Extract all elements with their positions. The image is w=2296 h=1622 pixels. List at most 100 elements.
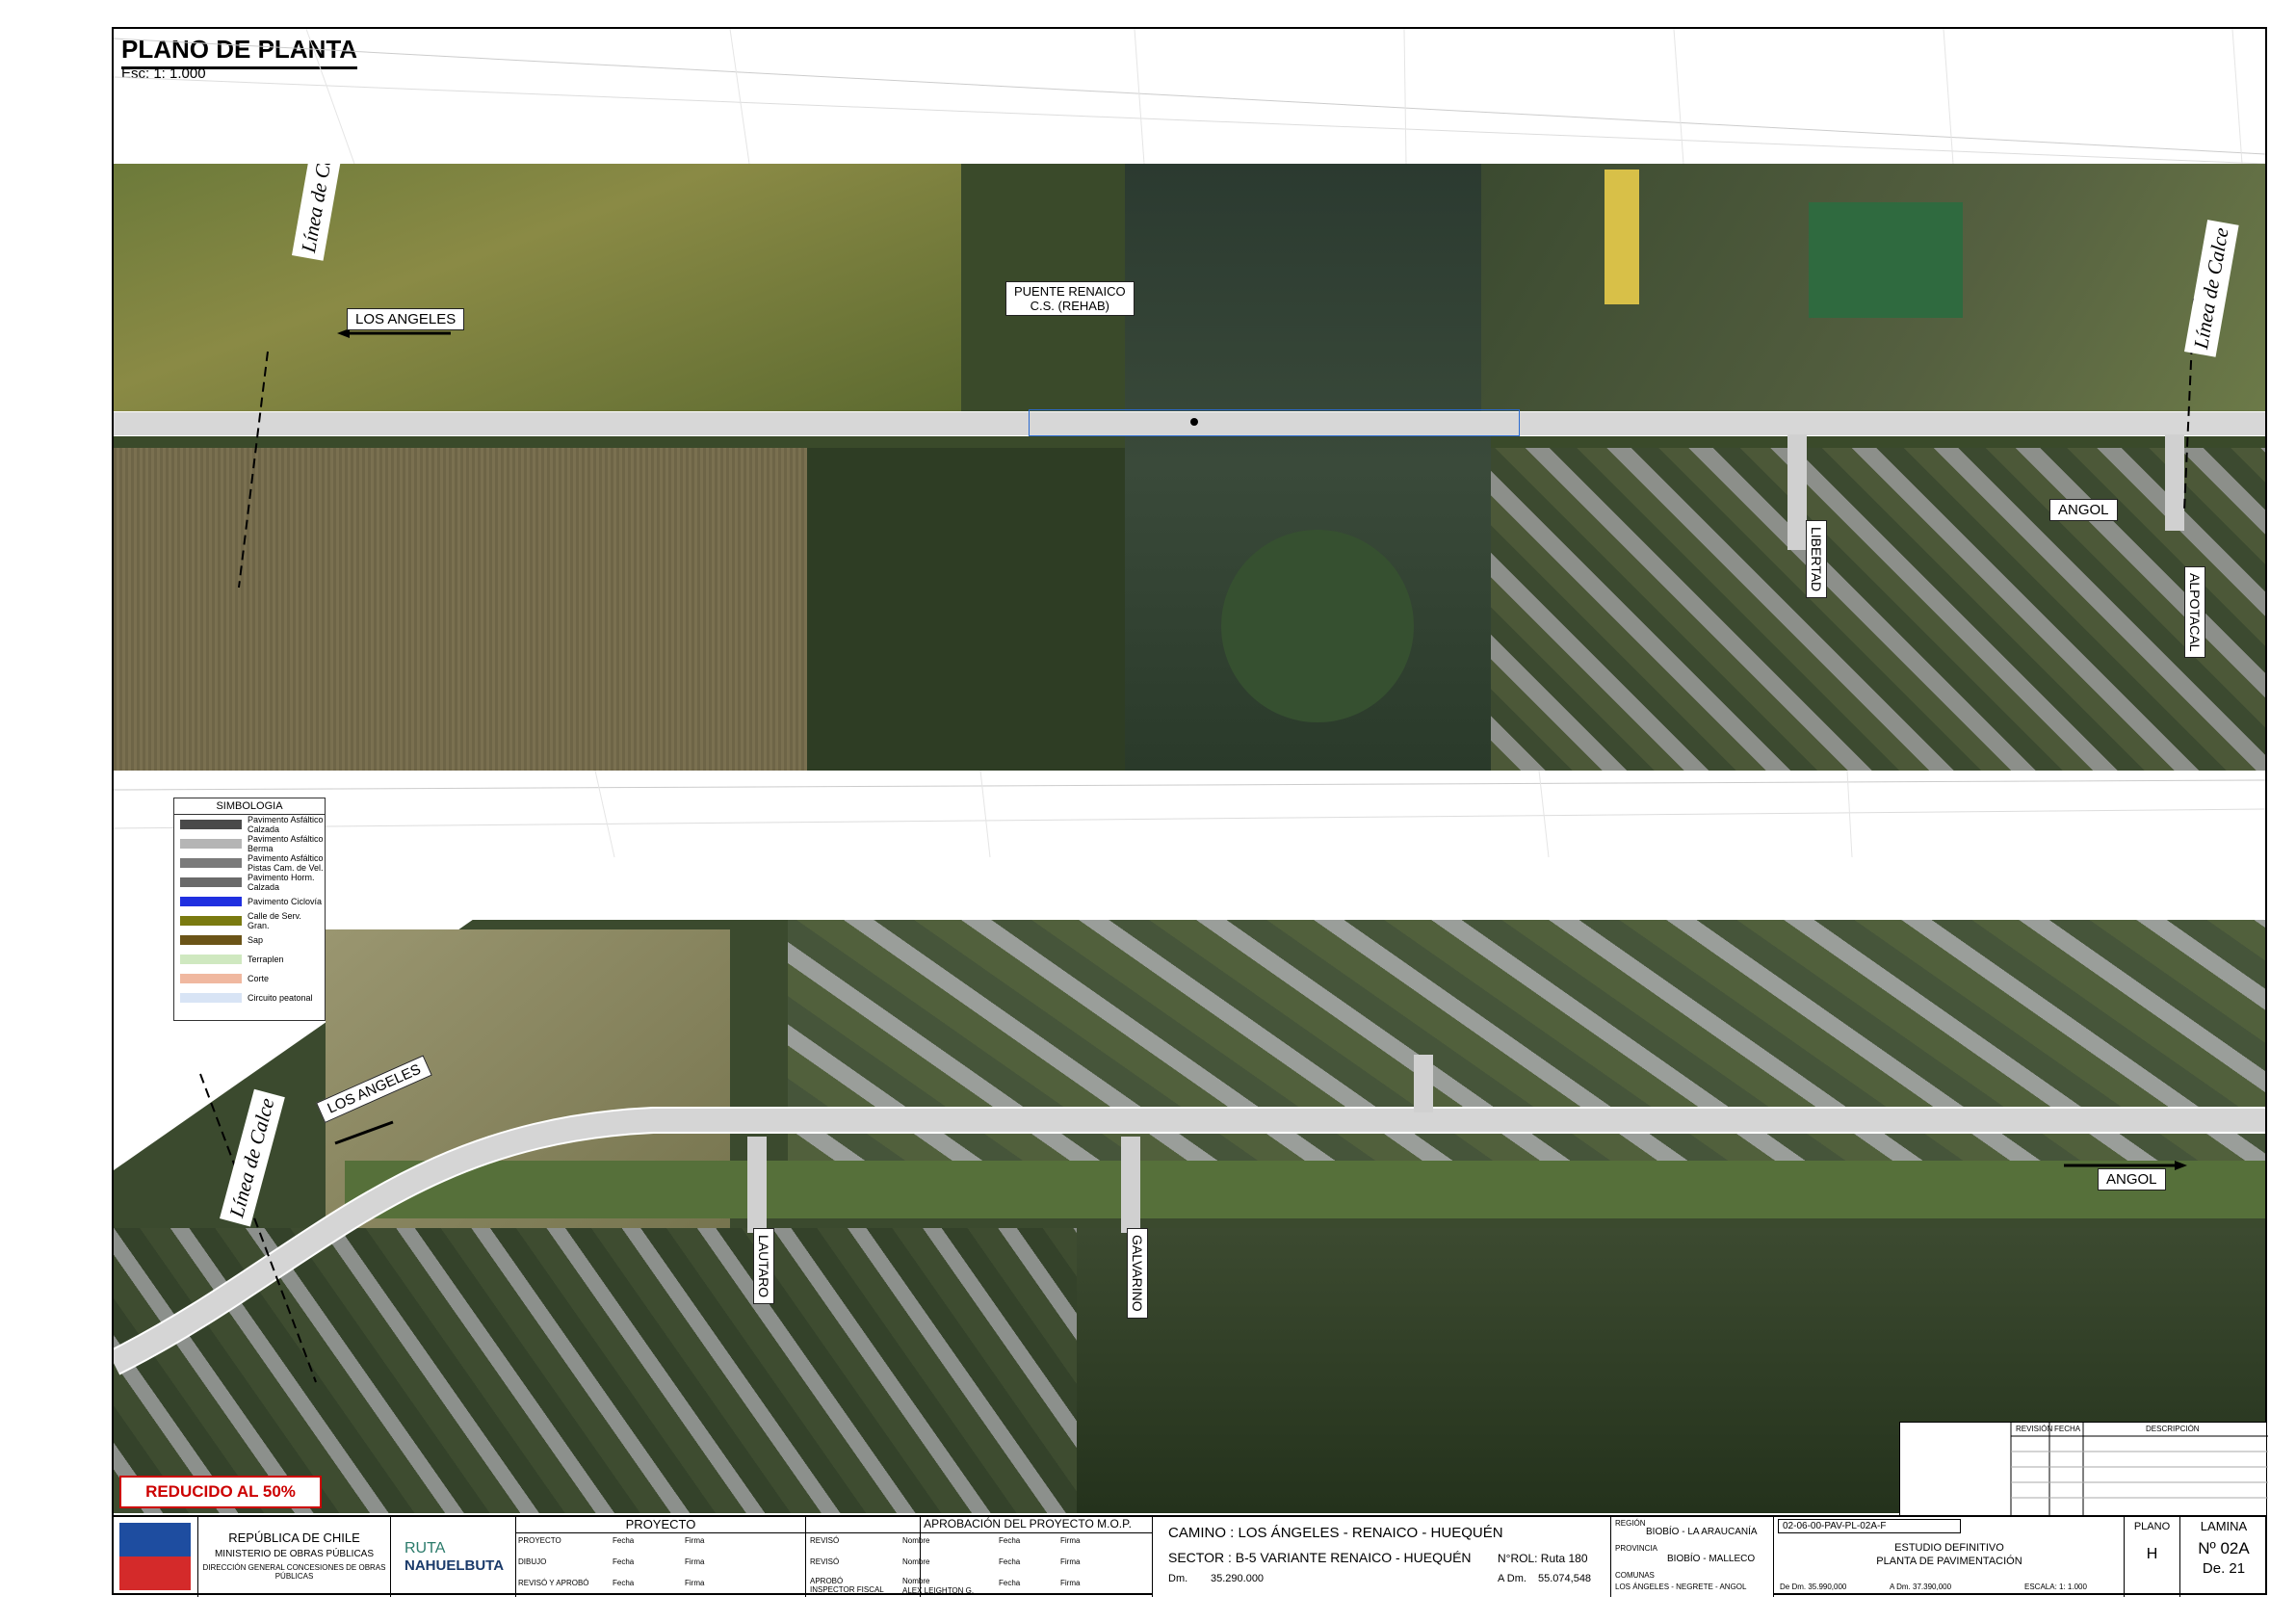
estudio-cell: 02-06-00-PAV-PL-02A-F ESTUDIO DEFINITIVO… <box>1774 1517 2125 1597</box>
legend-item: Terraplen <box>174 950 325 969</box>
label-libertad: LIBERTAD <box>1806 520 1827 599</box>
title-block: REPÚBLICA DE CHILE MINISTERIO DE OBRAS P… <box>112 1515 2267 1597</box>
legend-item: Sap <box>174 930 325 950</box>
dm-value: 35.290.000 <box>1211 1573 1265 1584</box>
aprob-row-2: REVISÓ <box>810 1557 840 1566</box>
legend-swatch <box>180 916 242 926</box>
a-dm: A Dm. 37.390,000 <box>1890 1583 1952 1591</box>
legend-label: Circuito peatonal <box>248 993 313 1003</box>
aprob-firma-1: Firma <box>1060 1536 1081 1545</box>
direction-text: DIRECCIÓN GENERAL CONCESIONES DE OBRAS P… <box>202 1563 386 1581</box>
legend-swatch <box>180 955 242 964</box>
estudio-line-1: ESTUDIO DEFINITIVO <box>1894 1542 2004 1554</box>
sector-text: SECTOR : B-5 VARIANTE RENAICO - HUEQUÉN <box>1168 1550 1472 1565</box>
label-galvarino: GALVARINO <box>1127 1228 1148 1319</box>
legend-swatch <box>180 820 242 829</box>
legend-swatch <box>180 877 242 887</box>
adm-value: 55.074,548 <box>1538 1573 1592 1584</box>
aprob-fecha-1: Fecha <box>999 1536 1021 1545</box>
legend-item: Pavimento Asfáltico Pistas Cam. de Vel. <box>174 853 325 873</box>
gov-logo <box>119 1523 191 1590</box>
plan-code: 02-06-00-PAV-PL-02A-F <box>1778 1519 1961 1533</box>
ministry-cell: REPÚBLICA DE CHILE MINISTERIO DE OBRAS P… <box>198 1517 391 1597</box>
legend-swatch <box>180 993 242 1003</box>
aerial-map-bottom: Línea de Calce LOS ANGELES ANGOL LAUTARO… <box>114 862 2265 1513</box>
proyecto-row-3: REVISÓ Y APROBÓ <box>518 1579 589 1587</box>
comunas-value: LOS ÁNGELES - NEGRETE - ANGOL <box>1615 1583 1747 1591</box>
legend-item: Pavimento Horm. Calzada <box>174 873 325 892</box>
coordinate-grid-top <box>114 29 2265 164</box>
region-value: BIOBÍO - LA ARAUCANÍA <box>1646 1527 1758 1537</box>
revision-grid <box>2010 1423 2268 1516</box>
region-cell: REGIÓN BIOBÍO - LA ARAUCANÍA PROVINCIA B… <box>1610 1517 1774 1597</box>
legend-item: Corte <box>174 969 325 988</box>
legend-swatch <box>180 935 242 945</box>
adm-label: A Dm. <box>1498 1573 1526 1584</box>
legend-label: Pavimento Ciclovía <box>248 897 323 906</box>
label-alpotacal: ALPOTACAL <box>2184 566 2205 659</box>
dm-label: Dm. <box>1168 1573 1188 1584</box>
legend-label: Terraplen <box>248 955 284 964</box>
proyecto-title: PROYECTO <box>516 1517 805 1533</box>
lamina-label: LAMINA <box>2200 1519 2248 1533</box>
legend: SIMBOLOGIA Pavimento Asfáltico Calzada Pa… <box>173 798 326 1021</box>
proyecto-fecha-1: Fecha <box>613 1536 635 1545</box>
rol-text: N°ROL: Ruta 180 <box>1498 1552 1588 1565</box>
aprob-fecha-2: Fecha <box>999 1557 1021 1566</box>
lamina-value: Nº 02A <box>2198 1539 2250 1557</box>
legend-item: Pavimento Asfáltico Calzada <box>174 815 325 834</box>
proyecto-row-1: PROYECTO <box>518 1536 561 1545</box>
legend-label: Pavimento Asfáltico Berma <box>248 834 324 853</box>
proyecto-firma-1: Firma <box>685 1536 705 1545</box>
legend-label: Calle de Serv. Gran. <box>248 911 301 930</box>
legend-swatch <box>180 839 242 849</box>
revision-table: REVISIÓN FECHA DESCRIPCIÓN <box>1899 1422 2268 1516</box>
aprob-nombre-3: Nombre <box>902 1577 930 1585</box>
ministry-text: MINISTERIO DE OBRAS PÚBLICAS <box>214 1549 375 1559</box>
proyecto-row-2: DIBUJO <box>518 1557 547 1566</box>
aprob-row-1: REVISÓ <box>810 1536 840 1545</box>
label-lautaro: LAUTARO <box>753 1228 774 1305</box>
comunas-label: COMUNAS <box>1615 1571 1655 1580</box>
legend-label: Corte <box>248 974 270 983</box>
plano-label: PLANO <box>2133 1521 2171 1532</box>
label-puente-renaico: PUENTE RENAICO C.S. (REHAB) <box>1005 281 1135 316</box>
puente-line-2: C.S. (REHAB) <box>1030 299 1109 313</box>
aprob-firma-3: Firma <box>1060 1579 1081 1587</box>
puente-line-1: PUENTE RENAICO <box>1014 284 1126 299</box>
aprob-fecha-3: Fecha <box>999 1579 1021 1587</box>
gov-logo-cell <box>112 1517 198 1597</box>
logo-nahuelbuta: NAHUELBUTA <box>404 1557 505 1574</box>
legend-swatch <box>180 974 242 983</box>
logo-ruta: RUTA <box>404 1540 446 1557</box>
legend-label: Pavimento Horm. Calzada <box>248 873 315 892</box>
aprob-nombre-1: Nombre <box>902 1536 930 1545</box>
legend-swatch <box>180 897 242 906</box>
aprob-nombre-2: Nombre <box>902 1557 930 1566</box>
legend-label: Pavimento Asfáltico Pistas Cam. de Vel. <box>248 853 324 873</box>
legend-item: Pavimento Ciclovía <box>174 892 325 911</box>
proyecto-firma-2: Firma <box>685 1557 705 1566</box>
de-dm: De Dm. 35.990,000 <box>1780 1583 1847 1591</box>
inspector-name: ALEX LEIGHTON G. <box>902 1586 975 1595</box>
aprob-row-3: APROBÓ INSPECTOR FISCAL <box>810 1577 884 1594</box>
legend-label: Sap <box>248 935 264 945</box>
lamina-of: De. 21 <box>2202 1560 2246 1577</box>
legend-label: Pavimento Asfáltico Calzada <box>248 815 324 834</box>
aprob-firma-2: Firma <box>1060 1557 1081 1566</box>
label-angol-bottom: ANGOL <box>2098 1168 2166 1190</box>
legend-title: SIMBOLOGIA <box>174 798 325 815</box>
legend-swatch <box>180 858 242 868</box>
legend-item: Circuito peatonal <box>174 988 325 1007</box>
proyecto-fecha-3: Fecha <box>613 1579 635 1587</box>
provincia-value: BIOBÍO - MALLECO <box>1667 1554 1756 1564</box>
main-road-bottom <box>114 1055 2265 1383</box>
provincia-label: PROVINCIA <box>1615 1544 1658 1553</box>
proyecto-fecha-2: Fecha <box>613 1557 635 1566</box>
calce-lines-top <box>238 298 2195 589</box>
estudio-line-2: PLANTA DE PAVIMENTACIÓN <box>1876 1556 2022 1567</box>
proyecto-firma-3: Firma <box>685 1579 705 1587</box>
country-text: REPÚBLICA DE CHILE <box>228 1530 360 1545</box>
legend-rows: Pavimento Asfáltico Calzada Pavimento Asf… <box>174 815 325 1007</box>
reduced-stamp: REDUCIDO AL 50% <box>119 1476 322 1508</box>
